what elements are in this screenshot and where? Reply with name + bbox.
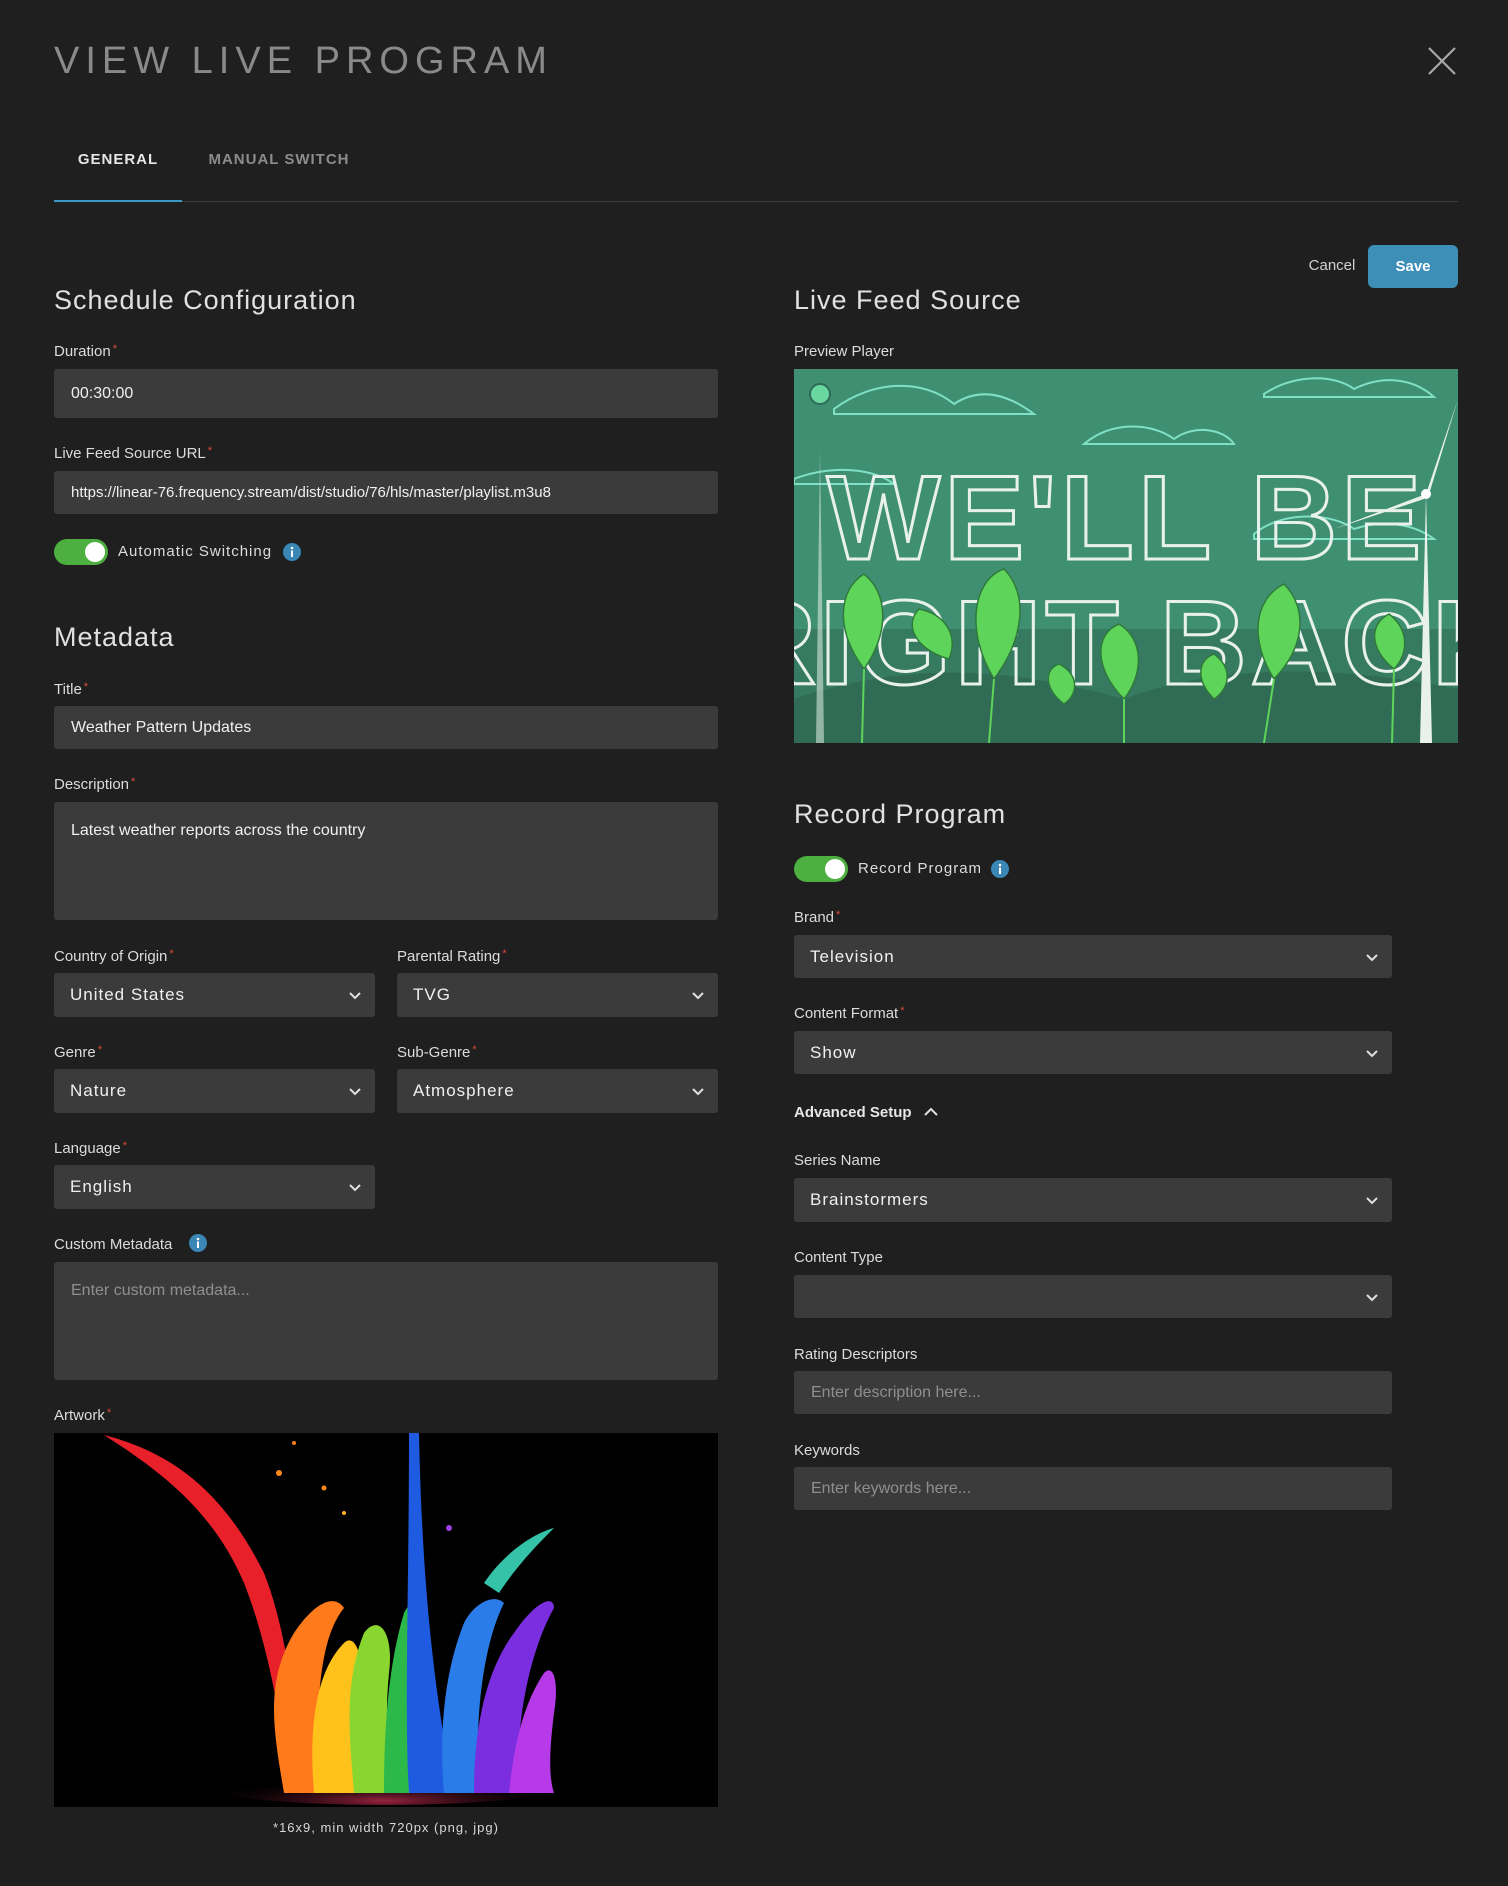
required-marker: * bbox=[112, 343, 117, 355]
content-format-value: Show bbox=[810, 1042, 857, 1062]
chevron-down-icon bbox=[349, 1184, 361, 1192]
series-name-value: Brainstormers bbox=[810, 1190, 929, 1209]
required-marker: * bbox=[900, 1005, 905, 1017]
info-icon[interactable] bbox=[991, 860, 1009, 878]
genre-label: Genre * bbox=[54, 1044, 102, 1061]
required-marker: * bbox=[836, 909, 841, 921]
rating-descriptors-input[interactable]: Enter description here... bbox=[794, 1371, 1392, 1414]
parental-rating-value: TVG bbox=[413, 985, 451, 1004]
cancel-button[interactable]: Cancel bbox=[1302, 246, 1362, 286]
info-icon[interactable] bbox=[283, 543, 301, 561]
required-marker: * bbox=[502, 948, 507, 960]
chevron-down-icon bbox=[349, 992, 361, 1000]
language-label: Language * bbox=[54, 1140, 128, 1157]
required-marker: * bbox=[131, 776, 136, 788]
automatic-switching-label: Automatic Switching bbox=[118, 543, 273, 560]
toggle-knob bbox=[85, 542, 105, 562]
duration-label: Duration * bbox=[54, 343, 117, 360]
title-label: Title * bbox=[54, 681, 89, 698]
close-icon bbox=[1428, 47, 1456, 75]
feed-url-input[interactable]: https://linear-76.frequency.stream/dist/… bbox=[54, 471, 718, 514]
content-format-select[interactable]: Show bbox=[794, 1031, 1392, 1074]
required-marker: * bbox=[97, 1044, 102, 1056]
country-label: Country of Origin * bbox=[54, 948, 174, 965]
metadata-section-title: Metadata bbox=[54, 622, 175, 652]
page-title: VIEW LIVE PROGRAM bbox=[54, 40, 553, 82]
artwork-image[interactable] bbox=[54, 1433, 718, 1807]
rating-descriptors-label: Rating Descriptors bbox=[794, 1346, 918, 1363]
preview-player-label: Preview Player bbox=[794, 343, 895, 360]
duration-input[interactable]: 00:30:00 bbox=[54, 369, 718, 418]
chevron-down-icon bbox=[1366, 953, 1378, 961]
required-marker: * bbox=[106, 1407, 112, 1419]
advanced-setup-toggle[interactable]: Advanced Setup bbox=[794, 1103, 940, 1121]
info-icon[interactable] bbox=[189, 1234, 207, 1252]
chevron-down-icon bbox=[1366, 1293, 1378, 1301]
country-select[interactable]: United States bbox=[54, 973, 375, 1017]
parental-rating-select[interactable]: TVG bbox=[397, 973, 718, 1017]
preview-text-line1: WE'LL BE bbox=[827, 451, 1425, 585]
chevron-down-icon bbox=[692, 1088, 704, 1096]
language-value: English bbox=[70, 1177, 133, 1196]
chevron-down-icon bbox=[1366, 1049, 1378, 1057]
chevron-down-icon bbox=[692, 992, 704, 1000]
tab-general[interactable]: GENERAL bbox=[54, 140, 182, 202]
required-marker: * bbox=[83, 681, 89, 693]
brand-value: Television bbox=[810, 946, 895, 966]
chevron-up-icon bbox=[923, 1107, 938, 1116]
custom-metadata-label: Custom Metadata bbox=[54, 1236, 173, 1253]
genre-value: Nature bbox=[70, 1081, 128, 1100]
required-marker: * bbox=[169, 948, 174, 960]
description-textarea[interactable]: Latest weather reports across the countr… bbox=[54, 802, 718, 920]
keywords-input[interactable]: Enter keywords here... bbox=[794, 1467, 1392, 1510]
advanced-setup-label: Advanced Setup bbox=[794, 1103, 912, 1121]
artwork-note: *16x9, min width 720px (png, jpg) bbox=[273, 1820, 499, 1835]
paint-splash-artwork bbox=[54, 1433, 718, 1807]
title-input[interactable]: Weather Pattern Updates bbox=[54, 706, 718, 749]
automatic-switching-toggle[interactable] bbox=[54, 539, 108, 565]
live-feed-section-title: Live Feed Source bbox=[794, 285, 1022, 315]
country-value: United States bbox=[70, 985, 186, 1004]
brand-select[interactable]: Television bbox=[794, 935, 1392, 978]
required-marker: * bbox=[122, 1140, 128, 1152]
content-type-select[interactable] bbox=[794, 1275, 1392, 1318]
preview-player[interactable]: WE'LL BE RIGHT BACK bbox=[794, 369, 1458, 743]
save-button[interactable]: Save bbox=[1368, 245, 1458, 288]
subgenre-label: Sub-Genre * bbox=[397, 1044, 477, 1061]
tab-manual-switch[interactable]: MANUAL SWITCH bbox=[204, 140, 354, 202]
schedule-section-title: Schedule Configuration bbox=[54, 285, 357, 315]
tab-bar: GENERAL MANUAL SWITCH bbox=[54, 140, 1458, 202]
required-marker: * bbox=[472, 1044, 477, 1056]
chevron-down-icon bbox=[349, 1088, 361, 1096]
required-marker: * bbox=[207, 445, 213, 457]
chevron-down-icon bbox=[1366, 1197, 1378, 1205]
feed-url-label: Live Feed Source URL * bbox=[54, 445, 213, 462]
preview-video-frame: WE'LL BE RIGHT BACK bbox=[794, 369, 1458, 743]
subgenre-value: Atmosphere bbox=[413, 1081, 515, 1100]
close-button[interactable] bbox=[1425, 44, 1459, 78]
content-format-label: Content Format * bbox=[794, 1005, 905, 1022]
series-name-select[interactable]: Brainstormers bbox=[794, 1178, 1392, 1222]
subgenre-select[interactable]: Atmosphere bbox=[397, 1069, 718, 1113]
content-type-label: Content Type bbox=[794, 1249, 883, 1266]
custom-metadata-textarea[interactable]: Enter custom metadata... bbox=[54, 1262, 718, 1380]
brand-label: Brand * bbox=[794, 909, 841, 926]
player-indicator-icon bbox=[809, 383, 831, 405]
keywords-label: Keywords bbox=[794, 1442, 860, 1459]
series-name-label: Series Name bbox=[794, 1152, 881, 1169]
record-program-label: Record Program bbox=[858, 860, 983, 877]
artwork-label: Artwork * bbox=[54, 1407, 112, 1424]
parental-rating-label: Parental Rating * bbox=[397, 948, 507, 965]
genre-select[interactable]: Nature bbox=[54, 1069, 375, 1113]
toggle-knob bbox=[825, 859, 845, 879]
record-section-title: Record Program bbox=[794, 799, 1007, 829]
description-label: Description * bbox=[54, 776, 136, 793]
language-select[interactable]: English bbox=[54, 1165, 375, 1209]
record-program-toggle[interactable] bbox=[794, 856, 848, 882]
